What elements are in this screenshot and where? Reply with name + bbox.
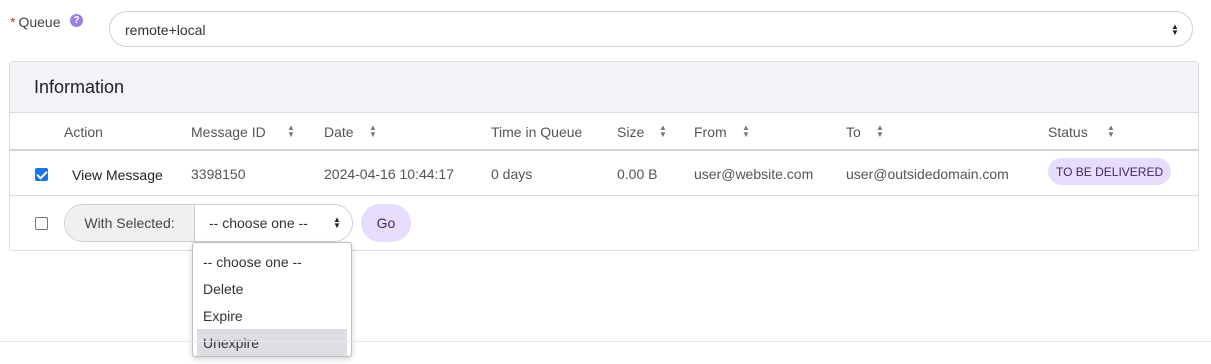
help-icon[interactable]: ? [70,14,83,27]
sort-icon[interactable]: ▲ ▼ [1107,124,1115,139]
view-message-link[interactable]: View Message [72,167,163,183]
with-selected-label: With Selected: [65,205,195,241]
header-divider [10,149,1198,151]
queue-select[interactable]: remote+local ▲ ▼ [109,11,1193,47]
bulk-action-select-value: -- choose one -- [209,215,308,231]
panel-title: Information [34,77,125,97]
column-header-date[interactable]: Date [324,124,354,140]
row-divider [10,195,1198,196]
column-header-status[interactable]: Status [1048,124,1088,140]
column-header-time-in-queue: Time in Queue [491,124,583,140]
status-badge: TO BE DELIVERED [1048,158,1172,185]
go-button[interactable]: Go [361,204,411,242]
column-header-action: Action [64,124,103,140]
sort-icon[interactable]: ▲ ▼ [369,124,377,139]
queue-label-text: Queue [18,14,61,30]
required-marker: * [10,14,16,30]
cell-size: 0.00 B [617,166,658,182]
dropdown-option-expire[interactable]: Expire [197,302,347,329]
column-header-to[interactable]: To [846,124,861,140]
sort-icon[interactable]: ▲ ▼ [742,124,750,139]
information-panel: Information Action Message ID ▲ ▼ Date ▲ ▼… [9,61,1199,251]
sort-icon[interactable]: ▲ ▼ [287,124,295,139]
cell-from: user@website.com [694,166,814,182]
column-header-size[interactable]: Size [617,124,644,140]
row-checkbox[interactable] [35,168,48,181]
cell-message-id: 3398150 [191,166,246,182]
footer-divider [0,341,1211,342]
sort-icon[interactable]: ▲ ▼ [876,124,884,139]
sort-icon[interactable]: ▲ ▼ [659,124,667,139]
column-header-message-id[interactable]: Message ID [191,124,266,140]
with-selected-group: With Selected: -- choose one -- ▲ ▼ [64,204,353,242]
cell-to: user@outsidedomain.com [846,166,1009,182]
dropdown-option-unexpire[interactable]: Unexpire [197,329,347,356]
column-header-from[interactable]: From [694,124,727,140]
queue-select-value: remote+local [125,22,206,38]
select-arrows-icon: ▲ ▼ [333,215,341,230]
panel-header: Information [10,62,1198,113]
select-all-checkbox[interactable] [35,217,48,230]
queue-label: * Queue [10,14,61,30]
select-arrows-icon: ▲ ▼ [1171,22,1179,37]
queue-row: * Queue ? remote+local ▲ ▼ [0,0,1211,60]
cell-date: 2024-04-16 10:44:17 [324,166,454,182]
bulk-action-dropdown: -- choose one -- Delete Expire Unexpire [192,242,352,357]
dropdown-option-delete[interactable]: Delete [197,275,347,302]
cell-time-in-queue: 0 days [491,166,533,182]
dropdown-option-choose-one[interactable]: -- choose one -- [197,248,347,275]
